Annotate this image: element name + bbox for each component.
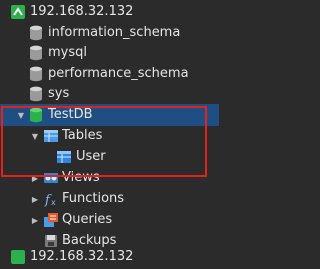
tree-item-db-information-schema[interactable]: information_schema: [0, 22, 219, 44]
tables-folder-icon: [43, 128, 59, 144]
tree-item-views[interactable]: ▶ Views: [0, 167, 219, 189]
queries-icon: [43, 212, 59, 228]
views-icon: [43, 170, 59, 186]
database-label: performance_schema: [48, 66, 189, 81]
tree-item-table-user[interactable]: User: [0, 146, 219, 168]
collapsed-arrow-icon[interactable]: ▶: [30, 215, 40, 225]
table-label: User: [76, 149, 106, 164]
tree-item-db-mysql[interactable]: mysql: [0, 42, 219, 64]
tree-item-db-sys[interactable]: sys: [0, 83, 219, 105]
database-icon: [28, 25, 44, 41]
queries-label: Queries: [62, 212, 113, 227]
svg-text:x: x: [51, 198, 56, 207]
views-label: Views: [62, 170, 100, 185]
tree-item-functions[interactable]: ▶ fx Functions: [0, 188, 219, 210]
database-open-icon: [28, 107, 44, 123]
database-label: information_schema: [48, 25, 181, 40]
collapsed-arrow-icon[interactable]: ▶: [30, 194, 40, 204]
tree-item-connection[interactable]: 192.168.32.132: [0, 1, 219, 23]
tables-label: Tables: [62, 128, 103, 143]
database-label: TestDB: [48, 107, 93, 122]
tree-item-db-performance-schema[interactable]: performance_schema: [0, 63, 219, 85]
collapsed-arrow-icon[interactable]: ▶: [30, 173, 40, 183]
connection-label: 192.168.32.132: [30, 249, 134, 264]
tree-item-queries[interactable]: ▶ Queries: [0, 209, 219, 231]
connection-icon: [10, 4, 26, 20]
tree-item-tables[interactable]: ▼ Tables: [0, 125, 219, 147]
expanded-arrow-icon[interactable]: ▼: [16, 110, 26, 120]
function-icon: fx: [43, 191, 59, 208]
connection-label: 192.168.32.132: [30, 4, 134, 19]
tree-item-connection-2[interactable]: 192.168.32.132: [0, 246, 219, 268]
database-icon: [28, 66, 44, 82]
connection-icon: [10, 249, 26, 265]
table-icon: [56, 149, 72, 165]
navigator-tree: 192.168.32.132 information_schema mysql …: [0, 0, 219, 264]
expanded-arrow-icon[interactable]: ▼: [30, 131, 40, 141]
database-icon: [28, 86, 44, 102]
tree-item-db-testdb[interactable]: ▼ TestDB: [0, 104, 219, 126]
database-icon: [28, 45, 44, 61]
database-label: mysql: [48, 45, 87, 60]
database-label: sys: [48, 86, 70, 101]
functions-label: Functions: [62, 191, 125, 206]
